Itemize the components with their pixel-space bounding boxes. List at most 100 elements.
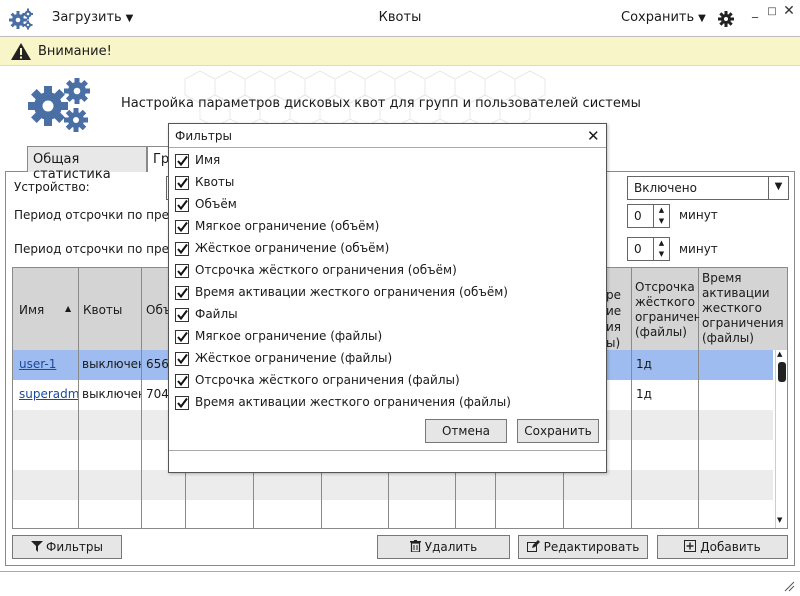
filter-checkbox-item[interactable]: Время активации жесткого ограничения (об…	[175, 284, 595, 302]
checkbox[interactable]	[175, 242, 189, 256]
checkbox[interactable]	[175, 330, 189, 344]
checkbox[interactable]	[175, 374, 189, 388]
checkbox-label: Квоты	[195, 175, 235, 189]
filter-checkbox-item[interactable]: Жёсткое ограничение (объём)	[175, 240, 595, 258]
close-icon[interactable]: ✕	[782, 3, 796, 19]
save-button[interactable]: Сохранить	[517, 419, 599, 443]
settings-gear-icon[interactable]	[718, 11, 734, 27]
status-bar	[0, 571, 800, 596]
cell-quotas: выключен	[79, 350, 142, 380]
cell-activation	[699, 380, 775, 410]
scroll-down-icon[interactable]: ▼	[777, 516, 782, 524]
device-select-value: Включено	[634, 181, 697, 195]
checkbox[interactable]	[175, 308, 189, 322]
close-icon[interactable]: ✕	[587, 127, 600, 145]
column-header-label: ия	[606, 320, 622, 334]
table-row-empty	[13, 470, 773, 500]
check-icon	[177, 265, 188, 277]
checkbox[interactable]	[175, 154, 189, 168]
vertical-scrollbar[interactable]: ▲ ▼	[775, 350, 787, 528]
checkbox[interactable]	[175, 396, 189, 410]
dialog-header: Фильтры ✕	[169, 124, 606, 148]
grace-period-files-stepper[interactable]: 0 ▲ ▼	[627, 237, 670, 261]
column-header-label: ограничения	[702, 316, 784, 330]
cancel-button[interactable]: Отмена	[425, 419, 507, 443]
cell-name[interactable]: superadm	[13, 380, 79, 410]
maximize-icon[interactable]: □	[765, 6, 779, 17]
title-bar: Загрузить ▼ Квоты Сохранить ▼ _ □ ✕	[0, 0, 800, 37]
checkbox-label: Имя	[195, 153, 221, 167]
add-button[interactable]: Добавить	[657, 535, 788, 559]
user-link[interactable]: superadm	[19, 387, 78, 401]
resize-grip-icon[interactable]	[783, 580, 795, 592]
check-icon	[177, 397, 188, 409]
grace-period-label: Период отсрочки по превы	[14, 208, 186, 222]
stepper-value: 0	[634, 242, 642, 256]
filter-checkbox-item[interactable]: Имя	[175, 152, 595, 170]
filter-checkbox-item[interactable]: Жёсткое ограничение (файлы)	[175, 350, 595, 368]
checkbox-label: Отсрочка жёсткого ограничения (объём)	[195, 263, 457, 277]
filter-checkbox-item[interactable]: Время активации жесткого ограничения (фа…	[175, 394, 595, 412]
minimize-icon[interactable]: _	[748, 4, 762, 18]
filter-checkbox-item[interactable]: Отсрочка жёсткого ограничения (объём)	[175, 262, 595, 280]
check-icon	[177, 353, 188, 365]
filter-checkbox-item[interactable]: Квоты	[175, 174, 595, 192]
save-menu[interactable]: Сохранить ▼	[621, 10, 706, 25]
column-header-label: Квоты	[83, 303, 123, 317]
edit-icon	[526, 540, 540, 552]
checkbox-label: Жёсткое ограничение (файлы)	[195, 351, 393, 365]
column-header-grace-files[interactable]: Отсрочка жёсткого ограничения (файлы)	[632, 268, 717, 350]
cell-grace-files: 1д	[632, 380, 699, 410]
checkbox[interactable]	[175, 286, 189, 300]
grace-period-volume-stepper[interactable]: 0 ▲ ▼	[627, 204, 670, 228]
table-row-empty	[13, 500, 773, 528]
device-select[interactable]: Включено ▼	[627, 176, 789, 200]
chevron-down-icon[interactable]: ▼	[768, 177, 788, 199]
cell-quotas: выключен	[79, 380, 142, 410]
stepper-arrows-icon[interactable]: ▲ ▼	[653, 238, 669, 260]
filter-checkbox-item[interactable]: Объём	[175, 196, 595, 214]
sort-ascending-icon: ▲	[65, 304, 72, 313]
filter-checkbox-item[interactable]: Мягкое ограничение (файлы)	[175, 328, 595, 346]
device-label: Устройство:	[14, 180, 90, 194]
checkbox[interactable]	[175, 198, 189, 212]
delete-button[interactable]: Удалить	[377, 535, 510, 559]
cell-grace-files: 1д	[632, 350, 699, 380]
check-icon	[177, 287, 188, 299]
checkbox[interactable]	[175, 220, 189, 234]
column-header-name[interactable]: Имя ▲	[13, 268, 79, 350]
column-header-label: (файлы)	[702, 331, 754, 345]
column-header-quotas[interactable]: Квоты	[79, 268, 142, 350]
column-header-activation-files[interactable]: Время активации жесткого ограничения (фа…	[699, 268, 787, 350]
page-title: Настройка параметров дисковых квот для г…	[121, 96, 641, 111]
filters-button-label: Фильтры	[46, 540, 103, 554]
warning-text: Внимание!	[38, 44, 112, 59]
column-header-label: Отсрочка	[635, 280, 695, 294]
checkbox[interactable]	[175, 176, 189, 190]
column-header-label: Время	[702, 271, 742, 285]
scrollbar-thumb[interactable]	[778, 362, 786, 382]
filters-dialog: Фильтры ✕ Имя Квоты Объём Мягкое ограничени…	[168, 123, 607, 473]
check-icon	[177, 243, 188, 255]
checkbox[interactable]	[175, 264, 189, 278]
column-divider	[78, 410, 79, 528]
filter-checkbox-item[interactable]: Мягкое ограничение (объём)	[175, 218, 595, 236]
filter-checkbox-item[interactable]: Отсрочка жёсткого ограничения (файлы)	[175, 372, 595, 390]
checkbox-label: Отсрочка жёсткого ограничения (файлы)	[195, 373, 460, 387]
checkbox[interactable]	[175, 352, 189, 366]
edit-button[interactable]: Редактировать	[518, 535, 648, 559]
user-link[interactable]: user-1	[19, 357, 56, 371]
column-divider	[631, 410, 632, 528]
stepper-arrows-icon[interactable]: ▲ ▼	[653, 205, 669, 227]
checkbox-label: Жёсткое ограничение (объём)	[195, 241, 390, 255]
filter-checkbox-item[interactable]: Файлы	[175, 306, 595, 324]
scroll-up-icon[interactable]: ▲	[777, 350, 782, 358]
checkbox-label: Мягкое ограничение (файлы)	[195, 329, 383, 343]
trash-icon	[409, 540, 421, 553]
filters-button[interactable]: Фильтры	[12, 535, 122, 559]
cell-name[interactable]: user-1	[13, 350, 79, 380]
edit-button-label: Редактировать	[543, 540, 640, 554]
tab-general-stats[interactable]: Общая статистика	[27, 146, 147, 182]
check-icon	[177, 177, 188, 189]
checkbox-label: Время активации жесткого ограничения (об…	[195, 285, 508, 299]
